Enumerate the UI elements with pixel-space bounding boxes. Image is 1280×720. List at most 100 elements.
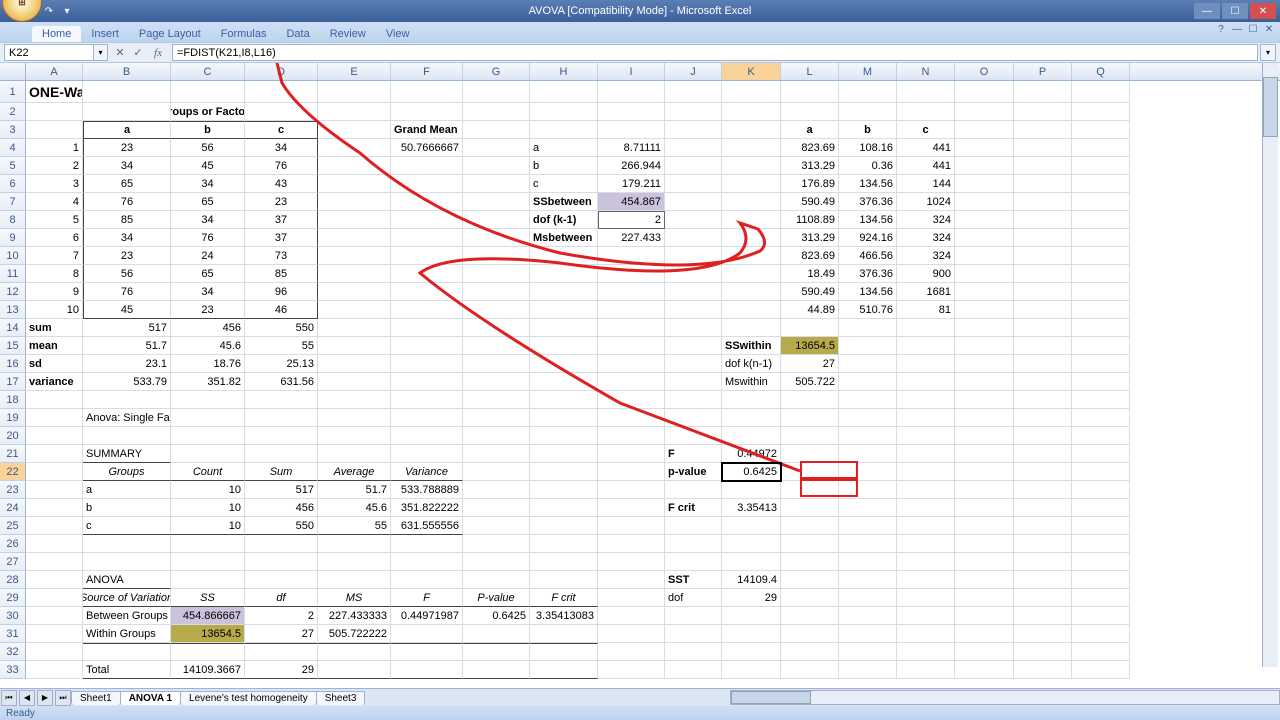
cell-P28[interactable]	[1014, 571, 1072, 589]
cell-E23[interactable]: 51.7	[318, 481, 391, 499]
cell-M23[interactable]	[839, 481, 897, 499]
cell-O5[interactable]	[955, 157, 1014, 175]
cell-K2[interactable]	[722, 103, 781, 121]
cell-P19[interactable]	[1014, 409, 1072, 427]
cell-B33[interactable]: Total	[83, 661, 171, 679]
cell-H25[interactable]	[530, 517, 598, 535]
row-header-26[interactable]: 26	[0, 535, 26, 553]
cell-D16[interactable]: 25.13	[245, 355, 318, 373]
cell-I16[interactable]	[598, 355, 665, 373]
cell-H29[interactable]: F crit	[530, 589, 598, 607]
cell-N22[interactable]	[897, 463, 955, 481]
cell-J6[interactable]	[665, 175, 722, 193]
cell-A31[interactable]	[26, 625, 83, 643]
cell-O18[interactable]	[955, 391, 1014, 409]
ribbon-restore-icon[interactable]: ☐	[1246, 22, 1260, 36]
hscroll-thumb[interactable]	[731, 691, 811, 704]
cell-D21[interactable]	[245, 445, 318, 463]
cell-O9[interactable]	[955, 229, 1014, 247]
cell-B21[interactable]: SUMMARY	[83, 445, 171, 463]
cell-C16[interactable]: 18.76	[171, 355, 245, 373]
cell-E26[interactable]	[318, 535, 391, 553]
cell-B10[interactable]: 23	[83, 247, 171, 265]
cell-D4[interactable]: 34	[245, 139, 318, 157]
cell-M7[interactable]: 376.36	[839, 193, 897, 211]
row-header-27[interactable]: 27	[0, 553, 26, 571]
cell-E11[interactable]	[318, 265, 391, 283]
row-header-2[interactable]: 2	[0, 103, 26, 121]
cell-L25[interactable]	[781, 517, 839, 535]
col-header-B[interactable]: B	[83, 63, 171, 80]
cell-K21[interactable]: 0.44972	[722, 445, 781, 463]
cell-C14[interactable]: 456	[171, 319, 245, 337]
cell-Q10[interactable]	[1072, 247, 1130, 265]
cell-E18[interactable]	[318, 391, 391, 409]
cell-E1[interactable]	[318, 81, 391, 103]
cell-F19[interactable]	[391, 409, 463, 427]
cell-C20[interactable]	[171, 427, 245, 445]
cell-Q7[interactable]	[1072, 193, 1130, 211]
cell-E27[interactable]	[318, 553, 391, 571]
cell-H20[interactable]	[530, 427, 598, 445]
cell-M20[interactable]	[839, 427, 897, 445]
cell-N33[interactable]	[897, 661, 955, 679]
cell-D23[interactable]: 517	[245, 481, 318, 499]
cell-O6[interactable]	[955, 175, 1014, 193]
cell-H5[interactable]: b	[530, 157, 598, 175]
cell-G20[interactable]	[463, 427, 530, 445]
cell-G9[interactable]	[463, 229, 530, 247]
cell-E10[interactable]	[318, 247, 391, 265]
cell-B24[interactable]: b	[83, 499, 171, 517]
cell-C12[interactable]: 34	[171, 283, 245, 301]
cell-L16[interactable]: 27	[781, 355, 839, 373]
cell-I33[interactable]	[598, 661, 665, 679]
cell-P7[interactable]	[1014, 193, 1072, 211]
cell-P26[interactable]	[1014, 535, 1072, 553]
cell-D11[interactable]: 85	[245, 265, 318, 283]
cell-K16[interactable]: dof k(n-1)	[722, 355, 781, 373]
cell-O27[interactable]	[955, 553, 1014, 571]
cell-F12[interactable]	[391, 283, 463, 301]
cell-J7[interactable]	[665, 193, 722, 211]
cell-I6[interactable]: 179.211	[598, 175, 665, 193]
col-header-H[interactable]: H	[530, 63, 598, 80]
cell-M1[interactable]	[839, 81, 897, 103]
row-header-5[interactable]: 5	[0, 157, 26, 175]
cell-Q21[interactable]	[1072, 445, 1130, 463]
cell-O20[interactable]	[955, 427, 1014, 445]
cell-A17[interactable]: variance	[26, 373, 83, 391]
cell-M21[interactable]	[839, 445, 897, 463]
cell-L23[interactable]	[781, 481, 839, 499]
cell-M10[interactable]: 466.56	[839, 247, 897, 265]
cell-N7[interactable]: 1024	[897, 193, 955, 211]
cell-J20[interactable]	[665, 427, 722, 445]
cell-B19[interactable]: Anova: Single Factor	[83, 409, 171, 427]
cell-D17[interactable]: 631.56	[245, 373, 318, 391]
cell-J33[interactable]	[665, 661, 722, 679]
sheet-nav-last[interactable]: ⏭	[55, 690, 71, 706]
cell-I27[interactable]	[598, 553, 665, 571]
row-header-3[interactable]: 3	[0, 121, 26, 139]
cell-L10[interactable]: 823.69	[781, 247, 839, 265]
cell-Q4[interactable]	[1072, 139, 1130, 157]
cell-N14[interactable]	[897, 319, 955, 337]
cell-H28[interactable]	[530, 571, 598, 589]
cell-D13[interactable]: 46	[245, 301, 318, 319]
cell-M8[interactable]: 134.56	[839, 211, 897, 229]
cell-F25[interactable]: 631.555556	[391, 517, 463, 535]
cell-C24[interactable]: 10	[171, 499, 245, 517]
cell-L12[interactable]: 590.49	[781, 283, 839, 301]
cell-K1[interactable]	[722, 81, 781, 103]
cell-C33[interactable]: 14109.3667	[171, 661, 245, 679]
cell-E7[interactable]	[318, 193, 391, 211]
cell-P32[interactable]	[1014, 643, 1072, 661]
cell-F18[interactable]	[391, 391, 463, 409]
cell-K11[interactable]	[722, 265, 781, 283]
ribbon-min-icon[interactable]: ―	[1230, 22, 1244, 36]
cell-A21[interactable]	[26, 445, 83, 463]
cell-I25[interactable]	[598, 517, 665, 535]
cell-I13[interactable]	[598, 301, 665, 319]
cell-Q11[interactable]	[1072, 265, 1130, 283]
cell-L11[interactable]: 18.49	[781, 265, 839, 283]
cell-H18[interactable]	[530, 391, 598, 409]
